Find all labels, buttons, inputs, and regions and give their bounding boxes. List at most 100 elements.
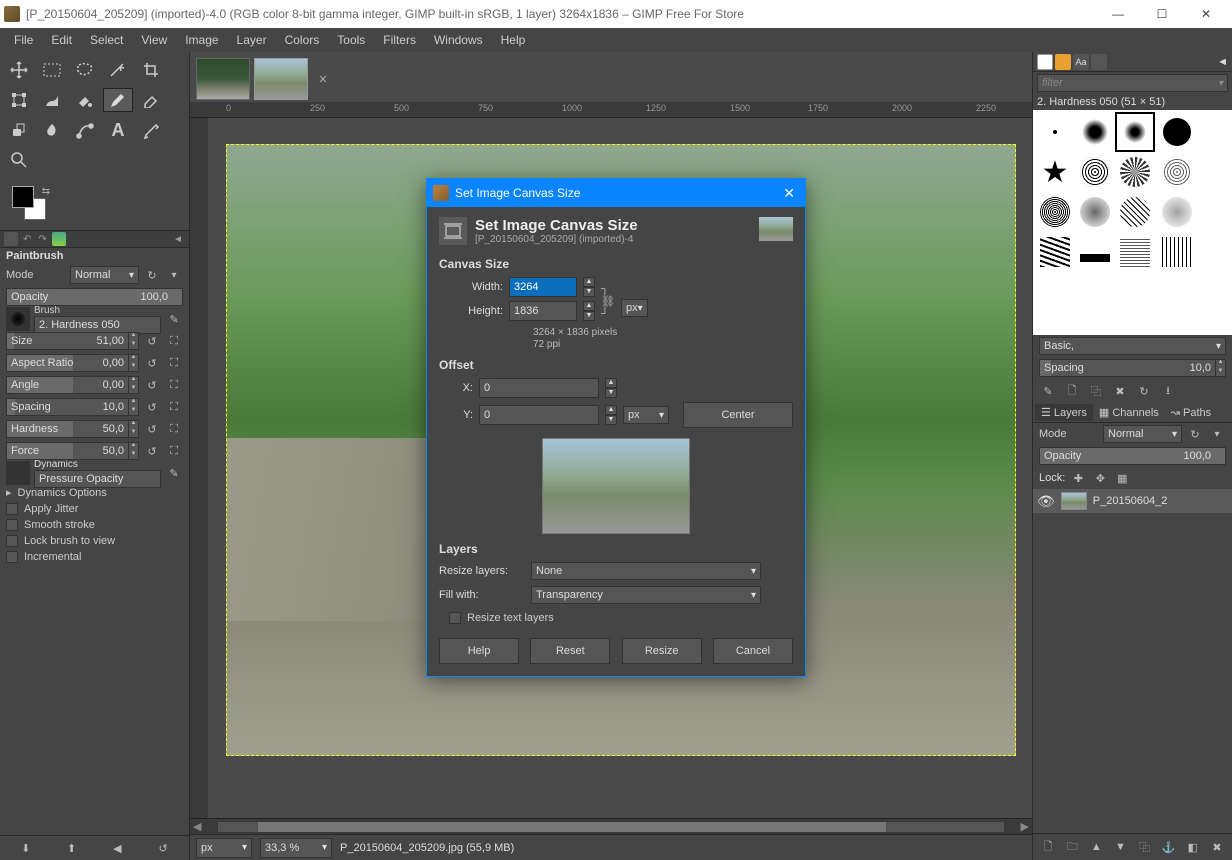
- cancel-button[interactable]: Cancel: [713, 638, 793, 664]
- resize-layers-combo[interactable]: None▾: [531, 562, 761, 580]
- mode-menu-icon[interactable]: ▾: [165, 266, 183, 284]
- dup-layer-icon[interactable]: ⿻: [1136, 838, 1154, 856]
- mode-reset-icon[interactable]: ↻: [143, 266, 161, 284]
- menu-windows[interactable]: Windows: [426, 30, 491, 50]
- text-tool[interactable]: A: [103, 118, 133, 142]
- force-slider[interactable]: Force50,0▲▼: [6, 442, 139, 460]
- aspect-link-icon[interactable]: ⛶: [165, 354, 183, 372]
- angle-reset-icon[interactable]: ↺: [143, 376, 161, 394]
- brush-spacing-slider[interactable]: Spacing10,0▲▼: [1039, 359, 1226, 377]
- new-layer-icon[interactable]: 🗋: [1039, 838, 1057, 856]
- spacing-reset-icon[interactable]: ↺: [143, 398, 161, 416]
- close-tab-icon[interactable]: ✕: [314, 58, 332, 100]
- jitter-checkbox[interactable]: Apply Jitter: [0, 501, 189, 517]
- mode-reset-icon[interactable]: ↻: [1186, 425, 1204, 443]
- incremental-checkbox[interactable]: Incremental: [0, 549, 189, 565]
- color-picker-tool[interactable]: [136, 118, 166, 142]
- x-input[interactable]: [479, 378, 599, 398]
- lockview-checkbox[interactable]: Lock brush to view: [0, 533, 189, 549]
- rect-select-tool[interactable]: [37, 58, 67, 82]
- minimize-button[interactable]: —: [1096, 0, 1140, 28]
- crop-tool[interactable]: [136, 58, 166, 82]
- smudge-tool[interactable]: [37, 118, 67, 142]
- reset-button[interactable]: Reset: [530, 638, 610, 664]
- zoom-tool[interactable]: [4, 148, 34, 172]
- dynamics-edit-icon[interactable]: ✎: [165, 464, 183, 482]
- force-link-icon[interactable]: ⛶: [165, 442, 183, 460]
- hardness-slider[interactable]: Hardness50,0▲▼: [6, 420, 139, 438]
- swap-colors-icon[interactable]: ⇆: [42, 186, 50, 197]
- color-swatches[interactable]: ⇆: [12, 186, 52, 224]
- paintbrush-tool[interactable]: [103, 88, 133, 112]
- resize-button[interactable]: Resize: [622, 638, 702, 664]
- brush-preset-combo[interactable]: Basic,▾: [1039, 337, 1226, 355]
- menu-edit[interactable]: Edit: [43, 30, 80, 50]
- delete-options-icon[interactable]: ◀: [108, 839, 126, 857]
- smooth-checkbox[interactable]: Smooth stroke: [0, 517, 189, 533]
- move-tool[interactable]: [4, 58, 34, 82]
- mode-combo[interactable]: Normal▾: [70, 266, 139, 284]
- unit-combo[interactable]: px▾: [621, 299, 648, 317]
- brush-grid[interactable]: ★: [1033, 110, 1232, 335]
- menu-help[interactable]: Help: [493, 30, 534, 50]
- clone-tool[interactable]: [4, 118, 34, 142]
- dynamics-options-expander[interactable]: ▸Dynamics Options: [0, 484, 189, 501]
- size-reset-icon[interactable]: ↺: [143, 332, 161, 350]
- layer-name[interactable]: P_20150604_2: [1093, 495, 1168, 507]
- save-options-icon[interactable]: ⬇: [17, 839, 35, 857]
- dynamics-icon[interactable]: [6, 461, 30, 485]
- mask-layer-icon[interactable]: ◧: [1184, 838, 1202, 856]
- right-tabs-menu-icon[interactable]: ◄: [1217, 56, 1228, 68]
- images-tab-icon[interactable]: [52, 232, 66, 246]
- center-button[interactable]: Center: [683, 402, 793, 428]
- undo-history-icon[interactable]: ↶: [21, 234, 33, 245]
- brush-preview-icon[interactable]: [6, 307, 30, 331]
- image-tab-2[interactable]: [254, 58, 308, 100]
- channels-tab[interactable]: ▦Channels: [1093, 404, 1165, 421]
- image-tab-1[interactable]: [196, 58, 250, 100]
- hardness-link-icon[interactable]: ⛶: [165, 420, 183, 438]
- maximize-button[interactable]: ☐: [1140, 0, 1184, 28]
- menu-select[interactable]: Select: [82, 30, 131, 50]
- transform-tool[interactable]: [4, 88, 34, 112]
- angle-link-icon[interactable]: ⛶: [165, 376, 183, 394]
- eraser-tool[interactable]: [136, 88, 166, 112]
- fuzzy-select-tool[interactable]: [103, 58, 133, 82]
- paths-tab[interactable]: ↝Paths: [1165, 404, 1217, 421]
- tabs-menu-icon[interactable]: ◄: [171, 234, 185, 245]
- restore-options-icon[interactable]: ⬆: [63, 839, 81, 857]
- menu-tools[interactable]: Tools: [329, 30, 373, 50]
- y-input[interactable]: [479, 405, 599, 425]
- fill-with-combo[interactable]: Transparency▾: [531, 586, 761, 604]
- lock-position-icon[interactable]: ✥: [1091, 469, 1109, 487]
- visibility-icon[interactable]: 👁: [1037, 493, 1055, 510]
- ruler-vertical[interactable]: [190, 118, 208, 818]
- size-link-icon[interactable]: ⛶: [165, 332, 183, 350]
- menu-layer[interactable]: Layer: [229, 30, 275, 50]
- warp-tool[interactable]: [37, 88, 67, 112]
- layer-opacity-slider[interactable]: Opacity100,0▲▼: [1039, 447, 1226, 465]
- dup-brush-icon[interactable]: ⿻: [1087, 382, 1105, 400]
- new-brush-icon[interactable]: 🗋: [1063, 382, 1081, 400]
- offset-unit-combo[interactable]: px▾: [623, 406, 669, 424]
- redo-icon[interactable]: ↷: [36, 234, 48, 245]
- menu-filters[interactable]: Filters: [375, 30, 424, 50]
- help-button[interactable]: Help: [439, 638, 519, 664]
- zoom-combo[interactable]: 33,3 %▾: [260, 838, 332, 858]
- menu-image[interactable]: Image: [177, 30, 226, 50]
- lock-alpha-icon[interactable]: ▦: [1113, 469, 1131, 487]
- new-group-icon[interactable]: 🗀: [1063, 838, 1081, 856]
- spacing-link-icon[interactable]: ⛶: [165, 398, 183, 416]
- brush-edit-icon[interactable]: ✎: [165, 310, 183, 328]
- dialog-close-icon[interactable]: ✕: [779, 185, 799, 202]
- history-tab-icon[interactable]: [1091, 54, 1107, 70]
- close-button[interactable]: ✕: [1184, 0, 1228, 28]
- delete-layer-icon[interactable]: ✖: [1208, 838, 1226, 856]
- aspect-reset-icon[interactable]: ↺: [143, 354, 161, 372]
- layer-mode-combo[interactable]: Normal▾: [1103, 425, 1182, 443]
- free-select-tool[interactable]: [70, 58, 100, 82]
- merge-layer-icon[interactable]: ⚓: [1160, 838, 1178, 856]
- bucket-fill-tool[interactable]: [70, 88, 100, 112]
- height-input[interactable]: [509, 301, 577, 321]
- lock-pixels-icon[interactable]: ✚: [1069, 469, 1087, 487]
